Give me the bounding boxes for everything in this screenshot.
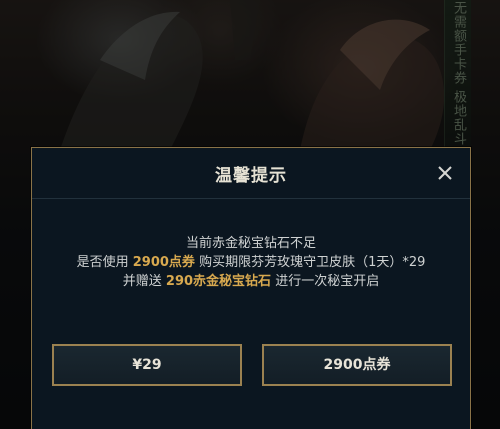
close-button[interactable] [434, 162, 456, 184]
purchase-confirm-dialog: 温馨提示 当前赤金秘宝钻石不足 是否使用 2900点券 购买期限芬芳玫瑰守卫皮肤… [31, 147, 471, 429]
message-line-3: 并赠送 290赤金秘宝钻石 进行一次秘宝开启 [32, 272, 470, 291]
close-icon [438, 166, 452, 180]
pay-rmb-button[interactable]: ¥29 [52, 344, 242, 386]
message-line-2-suffix: 购买期限芬芳玫瑰守卫皮肤（1天）*29 [194, 255, 426, 270]
game-screen: 无需额手卡券 极地乱斗 温馨提示 当前赤金秘宝钻石不足 是否使用 2900点券 … [0, 0, 500, 429]
dialog-message: 当前赤金秘宝钻石不足 是否使用 2900点券 购买期限芬芳玫瑰守卫皮肤（1天）*… [32, 234, 470, 291]
dialog-header: 温馨提示 [32, 148, 470, 199]
pay-points-button[interactable]: 2900点券 [262, 344, 452, 386]
message-line-3-prefix: 并赠送 [122, 274, 166, 289]
message-line-3-suffix: 进行一次秘宝开启 [271, 274, 380, 289]
points-amount: 2900点券 [132, 255, 195, 270]
dialog-title: 温馨提示 [215, 166, 287, 186]
message-line-1: 当前赤金秘宝钻石不足 [185, 236, 316, 251]
message-line-2: 是否使用 2900点券 购买期限芬芳玫瑰守卫皮肤（1天）*29 [32, 253, 470, 272]
message-line-2-prefix: 是否使用 [76, 255, 133, 270]
diamond-amount: 290赤金秘宝钻石 [165, 274, 272, 289]
